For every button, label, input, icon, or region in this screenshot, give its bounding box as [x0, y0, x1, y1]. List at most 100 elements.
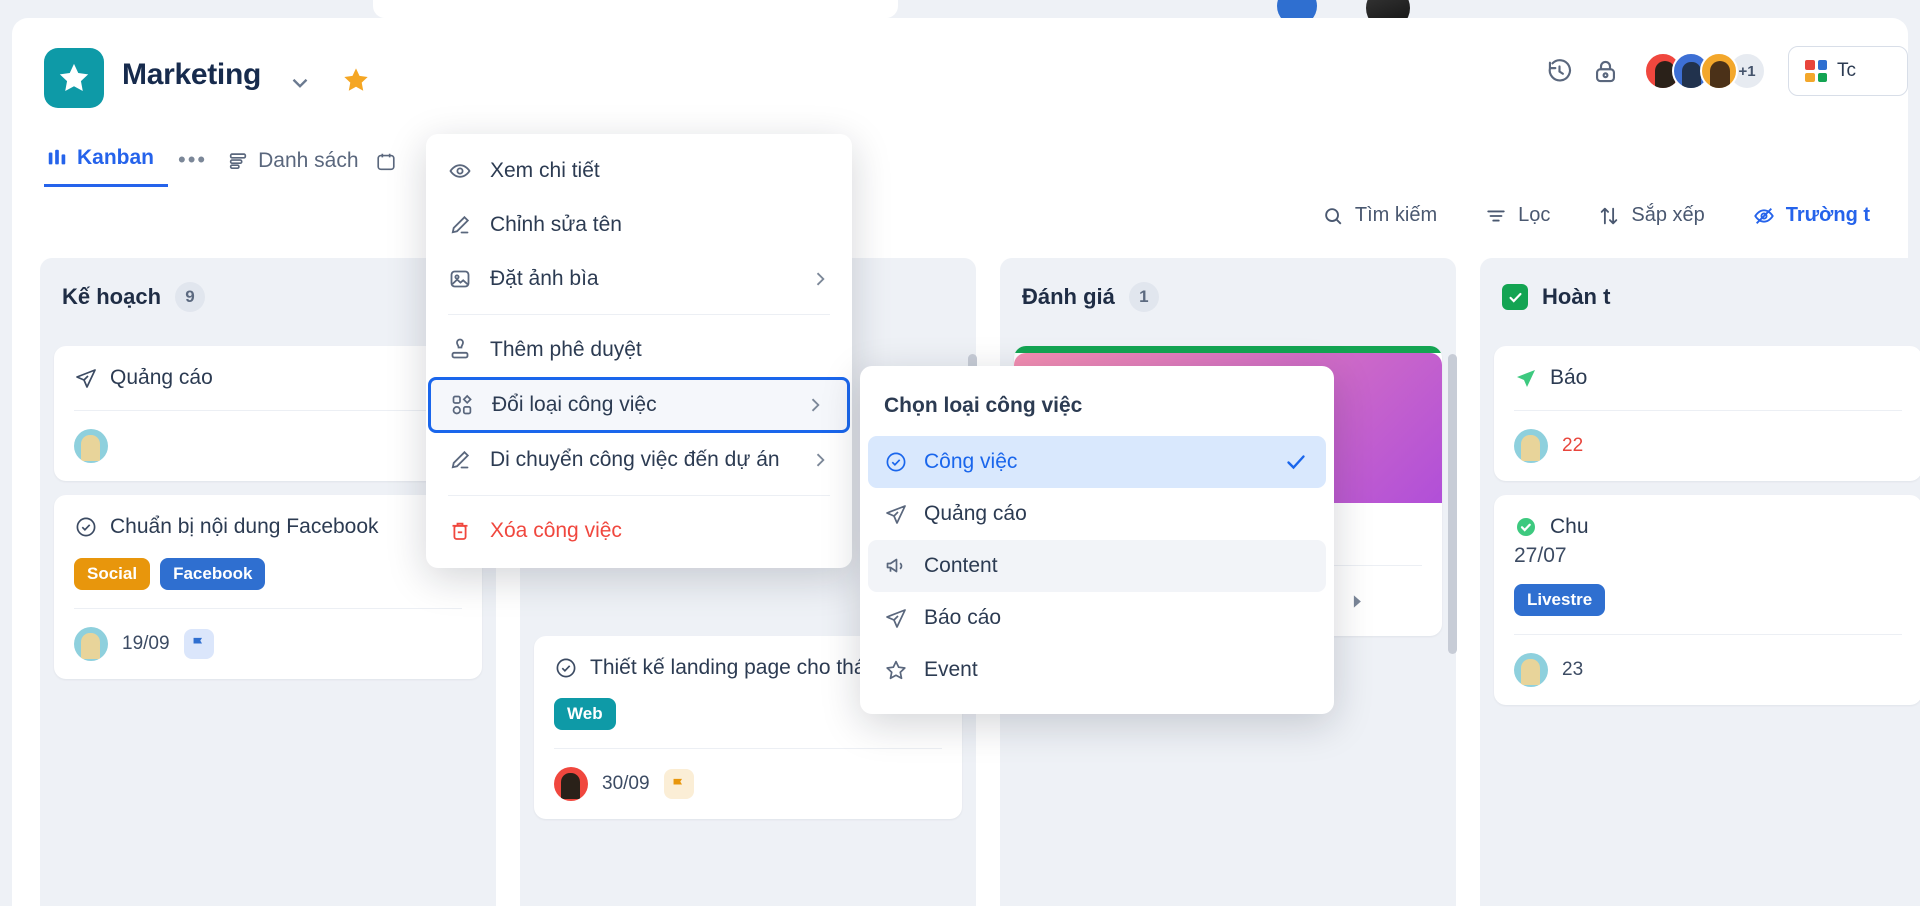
view-tabs: Kanban ••• Danh sách — [44, 146, 411, 187]
submenu-item-event[interactable]: Event — [868, 644, 1326, 696]
history-clock-icon[interactable] — [1536, 48, 1582, 94]
sort-button[interactable]: Sắp xếp — [1574, 204, 1728, 227]
assignee-avatar[interactable] — [1514, 429, 1548, 464]
task-card[interactable]: Báo 22 — [1494, 346, 1920, 482]
priority-flag-icon[interactable] — [663, 769, 694, 800]
board-toolbar: Tìm kiếm Lọc Sắp xếp Trường t — [1298, 204, 1894, 227]
tab-kanban[interactable]: Kanban — [44, 146, 169, 187]
task-title: Chu — [1550, 515, 1589, 539]
divider — [554, 748, 942, 750]
menu-item-xem-chi-tiet[interactable]: Xem chi tiết — [426, 144, 852, 198]
fields-button[interactable]: Trường t — [1729, 204, 1894, 227]
pencil-icon — [451, 450, 470, 469]
divider — [74, 410, 462, 412]
submenu-item-label: Báo cáo — [924, 606, 1002, 629]
column-count: 1 — [1128, 282, 1159, 312]
board-column-hoan-thanh: Hoàn t Báo 22 Chu 27/07 Livestre 23 — [1480, 258, 1920, 906]
favorite-star-icon[interactable] — [342, 66, 370, 99]
tag[interactable]: Social — [74, 557, 151, 590]
tag[interactable]: Facebook — [160, 557, 266, 590]
send-icon — [886, 609, 906, 628]
submenu-item-label: Content — [924, 554, 998, 577]
chevron-right-icon — [816, 272, 825, 286]
sort-icon — [1601, 207, 1618, 224]
search-icon — [1325, 207, 1342, 224]
submenu-item-content[interactable]: Content — [868, 540, 1326, 592]
share-button[interactable]: Tc — [1788, 46, 1908, 96]
avatar[interactable] — [1700, 52, 1738, 90]
trash-icon — [452, 522, 468, 540]
caret-right-icon — [1353, 595, 1361, 608]
column-count: 9 — [175, 282, 206, 312]
menu-item-dat-anh-bia[interactable]: Đặt ảnh bìa — [426, 252, 852, 306]
divider — [1514, 410, 1902, 412]
submenu-item-bao-cao[interactable]: Báo cáo — [868, 592, 1326, 644]
tab-danh-sach-label: Danh sách — [258, 149, 359, 172]
menu-item-label: Đổi loại công việc — [492, 393, 657, 416]
tag[interactable]: Web — [554, 698, 616, 731]
task-meta-row: 19/09 — [74, 626, 462, 661]
chevron-right-icon — [811, 398, 820, 412]
submenu-item-label: Event — [924, 658, 978, 681]
grid-apps-icon — [1805, 60, 1827, 82]
assignee-avatar[interactable] — [74, 626, 108, 661]
kanban-icon — [48, 149, 66, 165]
chevron-down-icon[interactable] — [287, 70, 313, 101]
project-header: Marketing +1 Tc — [12, 18, 1908, 126]
due-date: 19/09 — [122, 632, 170, 654]
column-header: Đánh giá 1 — [1000, 258, 1456, 336]
tab-kanban-label: Kanban — [77, 146, 155, 169]
stamp-icon — [451, 338, 469, 359]
menu-item-doi-loai-cong-viec[interactable]: Đổi loại công việc — [428, 377, 850, 433]
tag[interactable]: Livestre — [1514, 583, 1606, 616]
star-icon — [59, 63, 89, 92]
header-actions: +1 Tc — [1536, 46, 1908, 96]
task-type-submenu: Chọn loại công việc Công việc Quảng cáo … — [860, 366, 1334, 714]
submenu-item-quang-cao[interactable]: Quảng cáo — [868, 488, 1326, 540]
priority-flag-icon[interactable] — [183, 628, 214, 659]
task-card[interactable]: ••• Chuẩn bị nội dung Facebook Social Fa… — [54, 495, 482, 679]
expand-arrow-icon[interactable] — [1346, 591, 1367, 612]
task-card[interactable]: Chu 27/07 Livestre 23 — [1494, 495, 1920, 705]
menu-divider — [448, 314, 830, 315]
tab-calendar[interactable] — [373, 151, 411, 187]
card-status-bar — [1014, 346, 1442, 353]
assignee-avatar[interactable] — [554, 767, 588, 802]
star-outline-icon — [886, 660, 906, 680]
menu-item-xoa-cong-viec[interactable]: Xóa công việc — [426, 504, 852, 558]
filter-label: Lọc — [1518, 204, 1551, 226]
tab-danh-sach[interactable]: Danh sách — [225, 149, 372, 187]
lock-icon[interactable] — [1582, 48, 1628, 94]
assignee-avatar[interactable] — [74, 429, 108, 464]
check-circle-green-icon — [1517, 518, 1535, 537]
tab-overflow-dots[interactable]: ••• — [168, 147, 225, 187]
due-date: 30/09 — [602, 773, 650, 795]
global-search-pill[interactable] — [373, 0, 898, 18]
column-scrollbar[interactable] — [1448, 354, 1457, 654]
task-tags: Livestre — [1514, 583, 1902, 616]
assignee-avatar[interactable] — [1514, 652, 1548, 687]
column-cards: Báo 22 Chu 27/07 Livestre 23 — [1480, 336, 1920, 705]
task-title: Quảng cáo — [110, 366, 213, 389]
menu-item-di-chuyen-cong-viec[interactable]: Di chuyển công việc đến dự án — [426, 433, 852, 487]
search-button[interactable]: Tìm kiếm — [1298, 204, 1461, 227]
submenu-item-cong-viec[interactable]: Công việc — [868, 436, 1326, 488]
filter-button[interactable]: Lọc — [1461, 204, 1574, 227]
menu-item-them-phe-duyet[interactable]: Thêm phê duyệt — [426, 323, 852, 377]
member-avatars[interactable]: +1 — [1644, 52, 1766, 90]
grid-shapes-icon — [452, 394, 472, 415]
menu-item-label: Thêm phê duyệt — [490, 338, 642, 361]
submenu-title: Chọn loại công việc — [884, 394, 1083, 417]
chevron-right-icon — [816, 453, 825, 467]
divider — [1514, 633, 1902, 635]
hidden-eye-icon — [1753, 207, 1774, 224]
task-card-title-row: Báo — [1514, 364, 1902, 392]
pencil-icon — [451, 215, 470, 234]
due-date: 22 — [1562, 435, 1584, 457]
task-title: Báo — [1550, 366, 1588, 389]
share-button-label: Tc — [1837, 60, 1856, 81]
menu-item-chinh-sua-ten[interactable]: Chỉnh sửa tên — [426, 198, 852, 252]
task-card[interactable]: Quảng cáo — [54, 346, 482, 482]
task-card-title-row: Quảng cáo — [74, 364, 462, 392]
divider — [74, 607, 462, 609]
